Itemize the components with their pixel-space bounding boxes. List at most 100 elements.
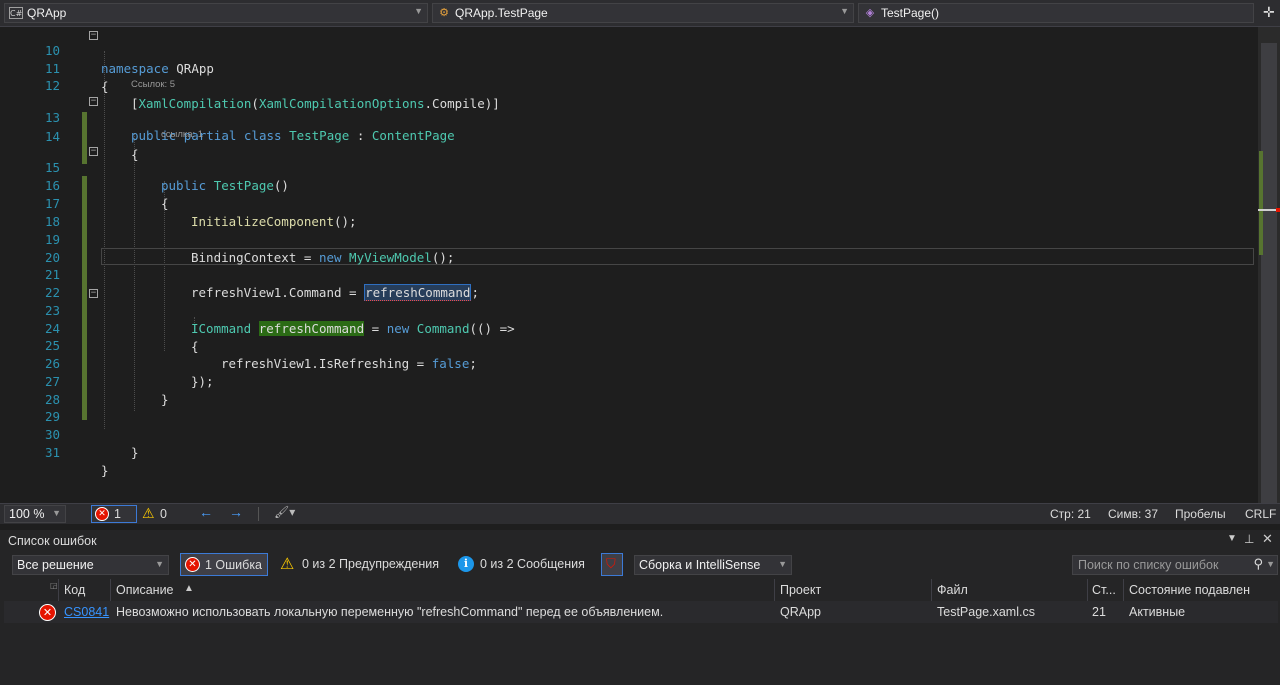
forward-arrow-icon[interactable]: →	[229, 504, 243, 520]
search-icon[interactable]: ⚲	[1253, 556, 1263, 572]
error-count-button[interactable]: ✕ 1	[91, 505, 137, 523]
build-filter-dropdown[interactable]: Сборка и IntelliSense ▼	[634, 555, 792, 575]
filter-icon: ⛉	[606, 556, 616, 571]
code-line: 11 {	[0, 42, 1258, 94]
editor-status-bar: 100 % ▼ ✕ 1 ⚠ 0 ← → 🖌▾ Стр: 21 Симв: 37 …	[0, 503, 1280, 524]
code-line: 19 BindingContext = new MyViewModel();	[0, 213, 1258, 265]
messages-filter-label: 0 из 2 Сообщения	[480, 557, 585, 571]
warnings-filter-label: 0 из 2 Предупреждения	[302, 557, 439, 571]
error-description: Невозможно использовать локальную переме…	[116, 605, 664, 619]
vertical-scrollbar[interactable]	[1258, 27, 1280, 503]
brush-icon[interactable]: 🖌▾	[274, 505, 295, 519]
error-icon: ✕	[95, 507, 109, 521]
code-line: 17 InitializeComponent();	[0, 177, 1258, 229]
chevron-down-icon: ▼	[778, 559, 787, 569]
warning-icon: ⚠	[280, 556, 295, 573]
column-chooser-icon[interactable]: ◲	[50, 581, 58, 590]
pin-icon[interactable]: ⊥	[1244, 532, 1254, 546]
column-description[interactable]: Описание	[116, 583, 174, 597]
split-icon: ✛	[1263, 4, 1275, 20]
line-ending-indicator[interactable]: CRLF	[1245, 507, 1276, 521]
code-line: 18	[0, 195, 1258, 229]
navigation-bar: C# QRApp ▼ ⚙ QRApp.TestPage ▼ ◈ TestPage…	[0, 0, 1280, 27]
warnings-filter-button[interactable]: ⚠ 0 из 2 Предупреждения	[278, 553, 448, 576]
chevron-down-icon: ▼	[414, 6, 423, 16]
messages-filter-button[interactable]: i 0 из 2 Сообщения	[456, 553, 590, 576]
code-editor[interactable]: − − − − 10 namespace QRApp 11 { 12 [Xaml…	[0, 27, 1258, 503]
line-indicator: Стр: 21	[1050, 507, 1091, 521]
back-arrow-icon[interactable]: ←	[199, 504, 213, 520]
code-line: 14 {	[0, 110, 1258, 162]
code-line: 16 {	[0, 159, 1258, 211]
panel-options-icon[interactable]: ▼	[1227, 533, 1237, 544]
project-dropdown[interactable]: C# QRApp ▼	[4, 3, 428, 23]
code-line: 28	[0, 373, 1258, 407]
error-row[interactable]: ✕ CS0841 Невозможно использовать локальн…	[4, 601, 1278, 623]
whitespace-indicator[interactable]: Пробелы	[1175, 507, 1226, 521]
column-file[interactable]: Файл	[937, 583, 968, 597]
error-file: TestPage.xaml.cs	[937, 605, 1035, 619]
code-line: 12 [XamlCompilation(XamlCompilationOptio…	[0, 59, 1258, 111]
scope-dropdown[interactable]: Все решение ▼	[12, 555, 169, 575]
code-line: 15 public TestPage()	[0, 141, 1258, 193]
chevron-down-icon: ▼	[52, 508, 61, 518]
type-label: QRApp.TestPage	[455, 6, 548, 20]
search-placeholder: Поиск по списку ошибок	[1078, 558, 1219, 572]
warning-count: 0	[160, 507, 167, 521]
type-dropdown[interactable]: ⚙ QRApp.TestPage ▼	[432, 3, 854, 23]
line-number: 31	[44, 445, 60, 460]
scope-label: Все решение	[17, 558, 94, 572]
code-line: 30 }	[0, 408, 1258, 460]
warning-count-button[interactable]: ⚠ 0	[142, 505, 172, 523]
panel-header: Список ошибок ▼ ⊥ ✕	[0, 530, 1280, 552]
zoom-dropdown[interactable]: 100 % ▼	[4, 505, 66, 523]
code-line: 27 }	[0, 355, 1258, 407]
build-filter-label: Сборка и IntelliSense	[639, 558, 761, 572]
column-project[interactable]: Проект	[780, 583, 821, 597]
code-line: 31 }	[0, 426, 1258, 478]
error-list-panel: Список ошибок ▼ ⊥ ✕ Все решение ▼ ✕ 1 Ош…	[0, 530, 1280, 685]
code-line: 23 ICommand refreshCommand = new Command…	[0, 284, 1258, 336]
csharp-project-icon: C#	[9, 7, 23, 19]
error-icon: ✕	[39, 604, 56, 621]
close-icon[interactable]: ✕	[1262, 531, 1273, 547]
separator	[258, 507, 259, 521]
error-project: QRApp	[780, 605, 821, 619]
scrollbar-thumb[interactable]	[1261, 43, 1277, 503]
panel-title: Список ошибок	[8, 534, 97, 548]
codelens-references[interactable]: Ссылок: 5	[131, 78, 175, 92]
column-code[interactable]: Код	[64, 583, 85, 597]
code-line: 20	[0, 231, 1258, 265]
codelens-references[interactable]: ссылка: 1	[161, 128, 203, 142]
error-grid-header: ◲ Код Описание ▲ Проект Файл Ст... Состо…	[4, 579, 1278, 602]
code-line: 24 {	[0, 302, 1258, 354]
error-count: 1	[114, 507, 121, 521]
error-marker	[1276, 208, 1280, 212]
code-line: 22	[0, 266, 1258, 300]
change-marker	[1259, 151, 1263, 255]
method-icon: ◈	[865, 6, 875, 19]
error-suppression-state: Активные	[1129, 605, 1186, 619]
code-line: 10 namespace QRApp	[0, 24, 1258, 76]
errors-filter-label: 1 Ошибка	[205, 558, 263, 572]
code-line: 26 });	[0, 337, 1258, 389]
filter-toggle-button[interactable]: ⛉	[601, 553, 623, 576]
error-icon: ✕	[185, 557, 200, 572]
split-window-button[interactable]: ✛	[1258, 0, 1280, 26]
column-indicator: Симв: 37	[1108, 507, 1159, 521]
error-search-input[interactable]: Поиск по списку ошибок ⚲ ▼	[1072, 555, 1278, 575]
info-icon: i	[458, 556, 474, 572]
code-line: 13 public partial class TestPage : Conte…	[0, 91, 1258, 143]
column-line[interactable]: Ст...	[1092, 583, 1116, 597]
project-label: QRApp	[27, 6, 67, 20]
errors-filter-button[interactable]: ✕ 1 Ошибка	[180, 553, 268, 576]
chevron-down-icon: ▼	[155, 559, 164, 569]
error-code-link[interactable]: CS0841	[64, 605, 109, 619]
warning-icon: ⚠	[142, 505, 155, 521]
zoom-level: 100 %	[9, 507, 45, 521]
class-icon: ⚙	[439, 6, 449, 19]
code-line-current: 21 refreshView1.Command = refreshCommand…	[0, 248, 1258, 301]
sort-ascending-icon: ▲	[184, 583, 194, 594]
member-dropdown[interactable]: ◈ TestPage()	[858, 3, 1254, 23]
column-suppression[interactable]: Состояние подавлен	[1129, 583, 1250, 597]
